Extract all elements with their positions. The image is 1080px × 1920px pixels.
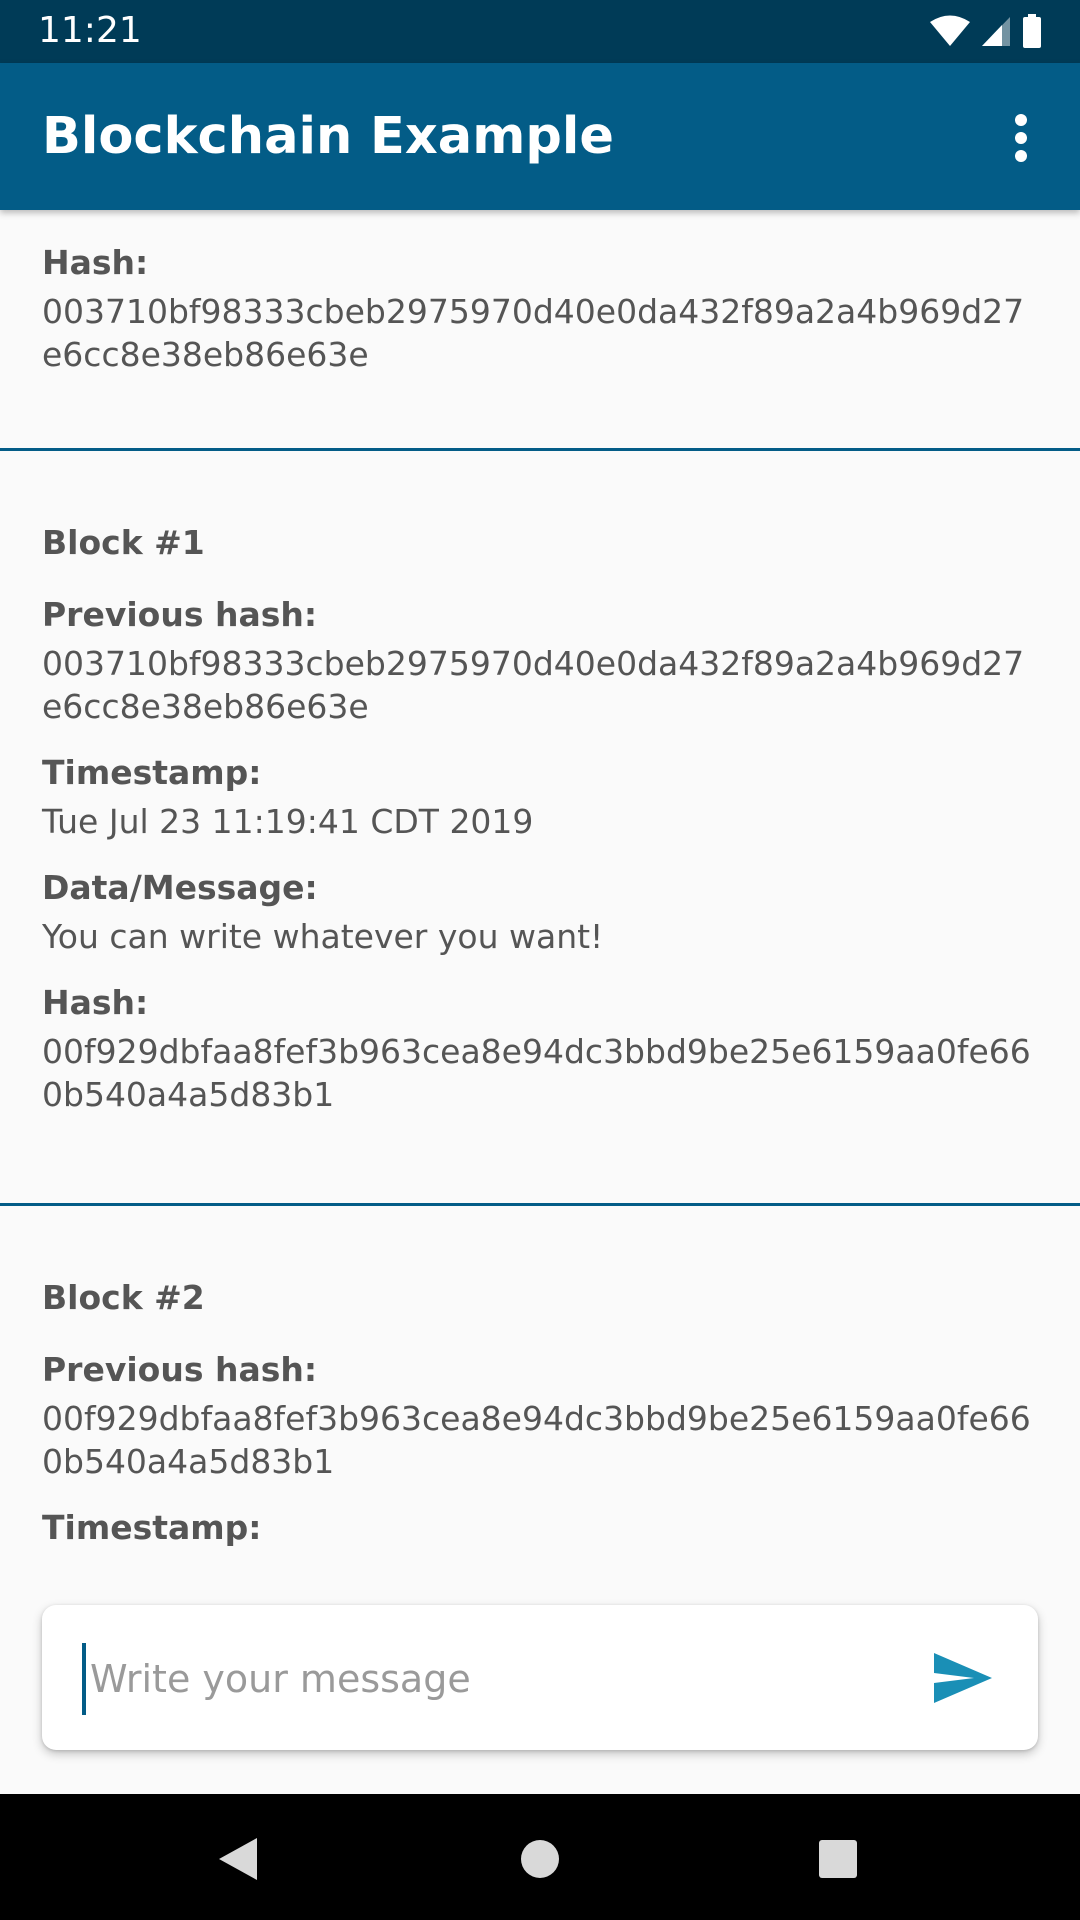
block-title: Block #2 bbox=[42, 1278, 205, 1317]
overflow-menu-button[interactable] bbox=[986, 103, 1056, 173]
timestamp-label: Timestamp: bbox=[42, 753, 262, 792]
message-label: Data/Message: bbox=[42, 868, 318, 907]
block-list[interactable]: Hash: 003710bf98333cbeb2975970d40e0da432… bbox=[0, 210, 1080, 1565]
block-title: Block #1 bbox=[42, 523, 205, 562]
hash-value: 00f929dbfaa8fef3b963cea8e94dc3bbd9be25e6… bbox=[42, 1032, 1031, 1114]
home-circle-icon bbox=[521, 1840, 559, 1878]
previous-hash-value: 003710bf98333cbeb2975970d40e0da432f89a2a… bbox=[42, 644, 1025, 726]
recents-button[interactable] bbox=[803, 1824, 873, 1894]
block-card-2: Block #2 Previous hash: 00f929dbfaa8fef3… bbox=[0, 1206, 1080, 1548]
hash-label: Hash: bbox=[42, 243, 149, 282]
cellular-signal-icon bbox=[982, 17, 1010, 46]
back-button[interactable] bbox=[203, 1824, 273, 1894]
previous-hash-value: 00f929dbfaa8fef3b963cea8e94dc3bbd9be25e6… bbox=[42, 1399, 1031, 1481]
wifi-icon bbox=[930, 15, 970, 46]
previous-hash-label: Previous hash: bbox=[42, 595, 318, 634]
app-bar: Blockchain Example bbox=[0, 63, 1080, 210]
status-icons bbox=[930, 13, 1042, 49]
battery-icon bbox=[1023, 14, 1041, 48]
message-composer bbox=[42, 1605, 1038, 1750]
app-title: Blockchain Example bbox=[42, 107, 614, 166]
message-value: You can write whatever you want! bbox=[42, 917, 604, 956]
timestamp-value: Tue Jul 23 11:19:41 CDT 2019 bbox=[42, 802, 534, 841]
status-time: 11:21 bbox=[38, 10, 142, 51]
hash-label: Hash: bbox=[42, 983, 149, 1022]
more-vert-icon bbox=[1015, 114, 1027, 162]
previous-hash-label: Previous hash: bbox=[42, 1350, 318, 1389]
navigation-bar bbox=[0, 1794, 1080, 1920]
home-button[interactable] bbox=[505, 1824, 575, 1894]
block-card-1: Block #1 Previous hash: 003710bf98333cbe… bbox=[0, 451, 1080, 1203]
send-icon bbox=[934, 1653, 992, 1703]
hash-value: 003710bf98333cbeb2975970d40e0da432f89a2a… bbox=[42, 292, 1025, 374]
block-card-0: Hash: 003710bf98333cbeb2975970d40e0da432… bbox=[0, 210, 1080, 448]
message-input[interactable] bbox=[82, 1643, 892, 1715]
timestamp-label: Timestamp: bbox=[42, 1508, 262, 1547]
recents-square-icon bbox=[819, 1840, 857, 1878]
status-bar: 11:21 bbox=[0, 0, 1080, 63]
back-triangle-icon bbox=[219, 1838, 257, 1880]
send-button[interactable] bbox=[928, 1643, 998, 1713]
